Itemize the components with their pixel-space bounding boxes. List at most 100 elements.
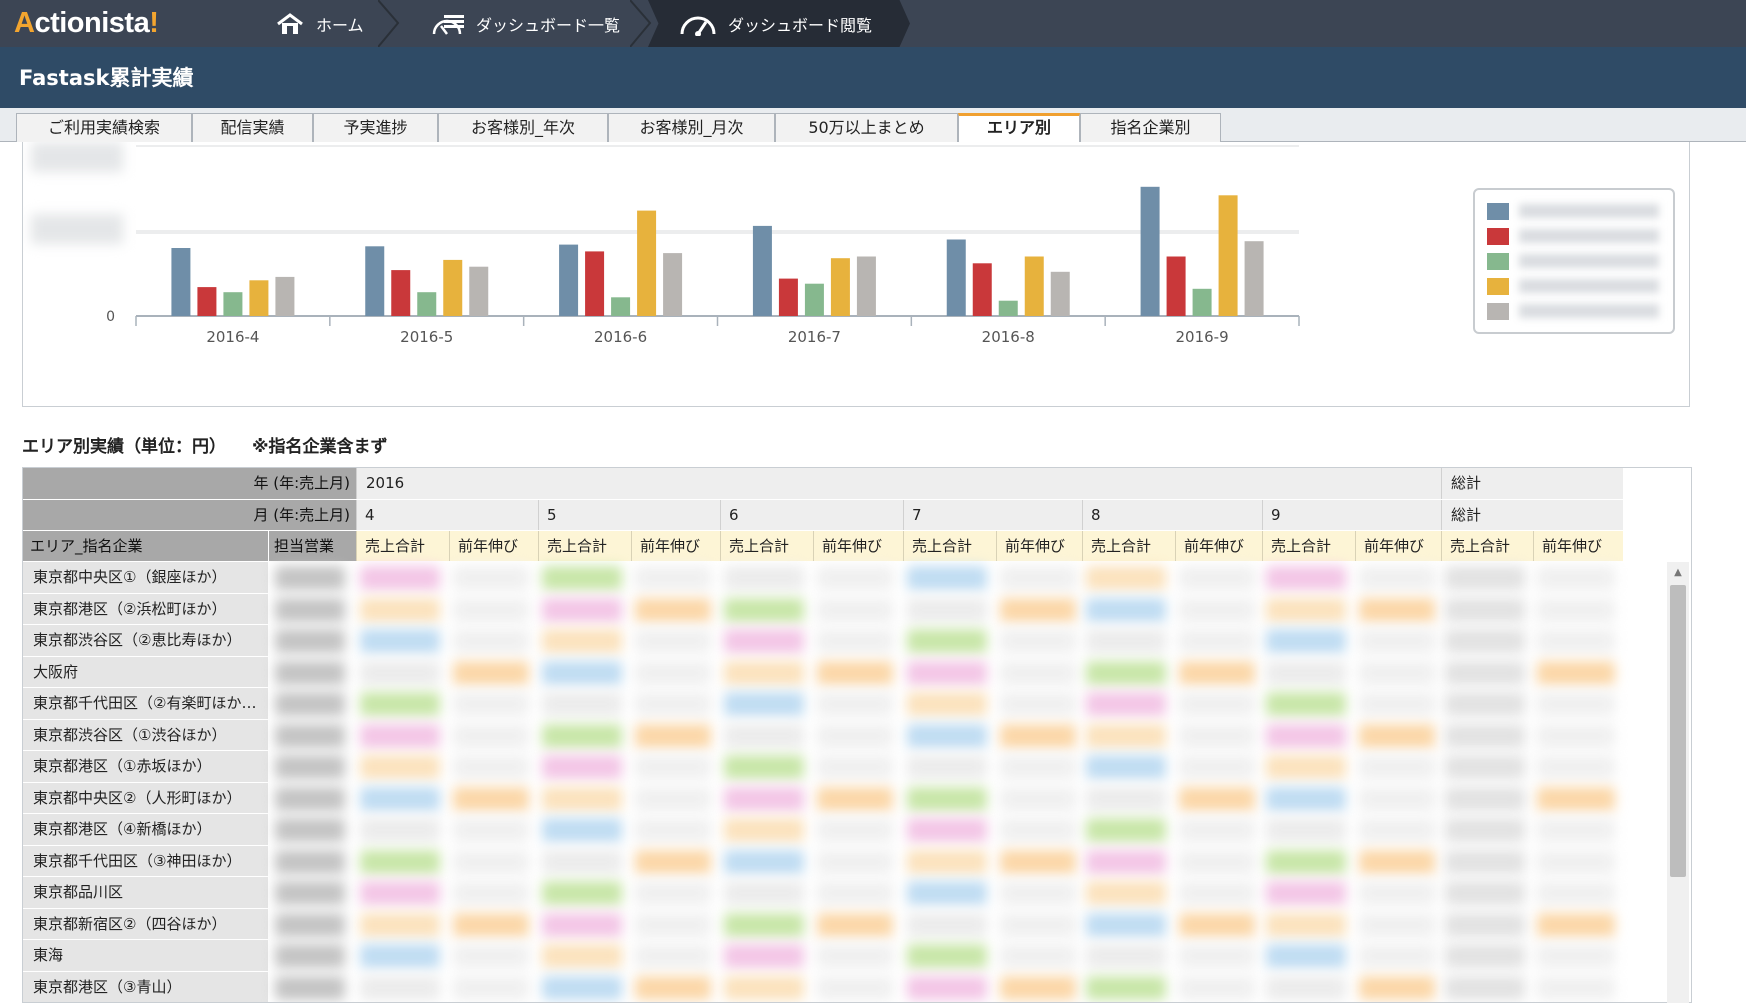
yoy-cell-blurred bbox=[1537, 786, 1615, 811]
column-header-sales-total[interactable]: 売上合計 bbox=[356, 531, 449, 561]
column-header-sales-total[interactable]: 売上合計 bbox=[538, 531, 631, 561]
dashboard-list-icon bbox=[432, 14, 464, 35]
column-header-yoy[interactable]: 前年伸び bbox=[1175, 531, 1262, 561]
sales-total-cell-blurred bbox=[724, 786, 804, 811]
chart-bar bbox=[637, 210, 657, 316]
breadcrumb-home[interactable]: ホーム bbox=[256, 0, 386, 47]
yoy-cell-blurred bbox=[1000, 660, 1076, 685]
column-header-yoy[interactable]: 前年伸び bbox=[631, 531, 720, 561]
tab-by-area[interactable]: エリア別 bbox=[958, 113, 1080, 143]
sales-total-cell-blurred bbox=[907, 975, 987, 1000]
legend-item[interactable] bbox=[1487, 227, 1659, 245]
chart-bar bbox=[1244, 241, 1264, 316]
yoy-cell-blurred bbox=[635, 692, 711, 716]
sales-total-cell-blurred bbox=[360, 975, 440, 1000]
tab-budget-progress[interactable]: 予実進捗 bbox=[313, 113, 438, 142]
chart-bar bbox=[611, 297, 631, 316]
sales-total-cell-blurred bbox=[542, 912, 622, 937]
legend-item[interactable] bbox=[1487, 277, 1659, 295]
yoy-cell-blurred bbox=[1000, 944, 1076, 968]
yoy-cell-blurred bbox=[1359, 755, 1435, 779]
yoy-cell-blurred bbox=[453, 755, 529, 779]
app-logo[interactable]: Actionista! bbox=[14, 7, 159, 40]
sales-total-cell-blurred bbox=[542, 597, 622, 622]
tab-by-named-company[interactable]: 指名企業別 bbox=[1080, 113, 1221, 142]
chart-bar bbox=[1218, 195, 1238, 316]
column-header-sales-total[interactable]: 売上合計 bbox=[1441, 531, 1533, 561]
section-title: エリア別実績（単位：円） ※指名企業含まず bbox=[22, 432, 388, 457]
section-title-text: エリア別実績（単位：円） bbox=[22, 437, 226, 457]
yoy-cell-blurred bbox=[817, 597, 893, 622]
column-header-yoy[interactable]: 前年伸び bbox=[813, 531, 903, 561]
column-header-yoy[interactable]: 前年伸び bbox=[449, 531, 538, 561]
breadcrumb-separator bbox=[378, 0, 400, 47]
row-area-label: 東京都港区（③青山） bbox=[23, 971, 268, 1002]
yoy-cell-blurred bbox=[1000, 755, 1076, 779]
sales-total-cell-blurred bbox=[724, 944, 804, 968]
sales-total-cell-blurred bbox=[1445, 881, 1525, 905]
sales-total-cell-blurred bbox=[1266, 755, 1346, 779]
legend-item[interactable] bbox=[1487, 252, 1659, 270]
yoy-cell-blurred bbox=[817, 944, 893, 968]
yoy-cell-blurred bbox=[635, 849, 711, 874]
sales-total-cell-blurred bbox=[1445, 944, 1525, 968]
sales-total-cell-blurred bbox=[724, 566, 804, 590]
column-header-yoy[interactable]: 前年伸び bbox=[1355, 531, 1441, 561]
column-header-sales-total[interactable]: 売上合計 bbox=[1262, 531, 1355, 561]
sales-total-cell-blurred bbox=[542, 660, 622, 685]
month-header-4: 4 bbox=[356, 500, 538, 530]
sales-total-cell-blurred bbox=[1445, 660, 1525, 685]
column-header-sales-total[interactable]: 売上合計 bbox=[1082, 531, 1175, 561]
yoy-cell-blurred bbox=[1537, 660, 1615, 685]
sales-total-cell-blurred bbox=[1445, 912, 1525, 937]
breadcrumb-dashboard-list[interactable]: ダッシュボード一覧 bbox=[410, 0, 640, 47]
legend-item[interactable] bbox=[1487, 202, 1659, 220]
sales-rep-cell-blurred bbox=[275, 912, 345, 937]
sales-total-cell-blurred bbox=[1266, 723, 1346, 748]
yoy-cell-blurred bbox=[1537, 755, 1615, 779]
chart-bar bbox=[223, 292, 243, 316]
tab-customer-monthly[interactable]: お客様別_月次 bbox=[608, 113, 775, 142]
sales-total-cell-blurred bbox=[360, 755, 440, 779]
yoy-cell-blurred bbox=[1537, 566, 1615, 590]
sales-rep-cell-blurred bbox=[275, 975, 345, 1000]
column-header-area[interactable]: エリア_指名企業 bbox=[23, 531, 268, 561]
tab-500k-summary[interactable]: 50万以上まとめ bbox=[775, 113, 958, 142]
yoy-cell-blurred bbox=[1000, 849, 1076, 874]
top-navigation-bar: Actionista! ホーム ダッシュボード一覧 ダッシュボード閲覧 bbox=[0, 0, 1746, 47]
column-header-sales-total[interactable]: 売上合計 bbox=[903, 531, 996, 561]
sales-total-cell-blurred bbox=[724, 849, 804, 874]
yoy-cell-blurred bbox=[1179, 629, 1255, 653]
column-header-yoy[interactable]: 前年伸び bbox=[1533, 531, 1623, 561]
sales-total-cell-blurred bbox=[907, 849, 987, 874]
column-header-sales-rep[interactable]: 担当営業 bbox=[269, 531, 356, 561]
dashboard-title-bar: Fastask累計実績 bbox=[0, 47, 1746, 108]
bar-chart: 0 2016-4 2016-5 2016-6 2016-7 2016-8 2016-9 bbox=[31, 142, 1300, 346]
column-header-yoy[interactable]: 前年伸び bbox=[996, 531, 1082, 561]
yoy-cell-blurred bbox=[1537, 849, 1615, 874]
scrollbar-thumb[interactable] bbox=[1670, 585, 1686, 877]
legend-label-blurred bbox=[1519, 279, 1659, 293]
tab-delivery-results[interactable]: 配信実績 bbox=[192, 113, 313, 142]
chart-panel: 0 2016-4 2016-5 2016-6 2016-7 2016-8 2016-9 bbox=[22, 142, 1690, 407]
sales-total-cell-blurred bbox=[1086, 597, 1166, 622]
sales-total-cell-blurred bbox=[1445, 629, 1525, 653]
breadcrumb-dashboard-view[interactable]: ダッシュボード閲覧 bbox=[648, 0, 910, 47]
yoy-cell-blurred bbox=[453, 786, 529, 811]
yoy-cell-blurred bbox=[1179, 597, 1255, 622]
column-header-sales-total[interactable]: 売上合計 bbox=[720, 531, 813, 561]
tab-customer-yearly[interactable]: お客様別_年次 bbox=[438, 113, 608, 142]
sales-total-cell-blurred bbox=[1086, 912, 1166, 937]
sales-total-cell-blurred bbox=[1445, 818, 1525, 842]
sales-total-cell-blurred bbox=[724, 755, 804, 779]
legend-swatch bbox=[1487, 277, 1509, 295]
sales-total-cell-blurred bbox=[1445, 755, 1525, 779]
chart-bar bbox=[171, 248, 191, 316]
legend-swatch bbox=[1487, 227, 1509, 245]
legend-item[interactable] bbox=[1487, 302, 1659, 320]
yoy-cell-blurred bbox=[1179, 692, 1255, 716]
sales-total-cell-blurred bbox=[360, 723, 440, 748]
scroll-up-arrow[interactable]: ▲ bbox=[1670, 566, 1686, 580]
page-title: Fastask累計実績 bbox=[19, 66, 194, 90]
tab-usage-search[interactable]: ご利用実績検索 bbox=[16, 113, 192, 142]
